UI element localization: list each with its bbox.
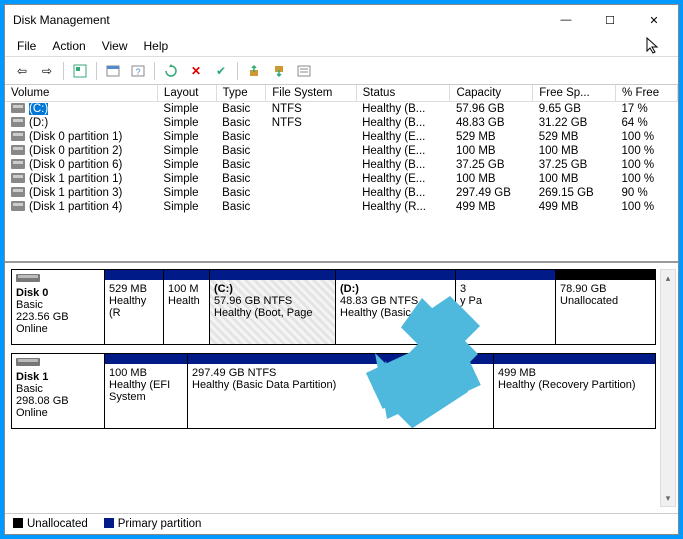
column-header[interactable]: % Free [616, 85, 678, 102]
column-header[interactable]: Type [216, 85, 266, 102]
window-title: Disk Management [13, 13, 544, 27]
drive-icon [11, 173, 25, 183]
legend-unallocated: Unallocated [13, 518, 88, 530]
drive-icon [11, 103, 25, 113]
maximize-button[interactable]: ☐ [588, 6, 632, 34]
column-header[interactable]: Status [356, 85, 450, 102]
menu-view[interactable]: View [94, 37, 136, 55]
forward-icon[interactable]: ⇨ [36, 60, 58, 82]
help-icon[interactable]: ? [127, 60, 149, 82]
column-header[interactable]: Volume [5, 85, 157, 102]
check-icon[interactable]: ✔ [210, 60, 232, 82]
drive-icon [11, 131, 25, 141]
delete-icon[interactable]: ✕ [185, 60, 207, 82]
attach-icon[interactable] [243, 60, 265, 82]
partition[interactable]: 78.90 GBUnallocated [555, 270, 655, 344]
partition[interactable]: (C:)57.96 GB NTFSHealthy (Boot, Page [209, 270, 335, 344]
disk-icon [16, 358, 40, 366]
show-hide-icon[interactable] [69, 60, 91, 82]
drive-icon [11, 187, 25, 197]
scroll-down-icon[interactable]: ▾ [661, 490, 675, 506]
partition[interactable]: 100 MBHealthy (EFI System [105, 354, 187, 428]
legend-primary: Primary partition [104, 518, 202, 530]
table-row[interactable]: (Disk 1 partition 3)SimpleBasicHealthy (… [5, 186, 678, 200]
separator [96, 62, 97, 80]
disk-label[interactable]: Disk 0Basic223.56 GBOnline [12, 270, 105, 344]
menu-help[interactable]: Help [136, 37, 177, 55]
partition[interactable]: 297.49 GB NTFSHealthy (Basic Data Partit… [187, 354, 493, 428]
refresh-icon[interactable] [160, 60, 182, 82]
table-row[interactable]: (Disk 0 partition 2)SimpleBasicHealthy (… [5, 144, 678, 158]
scroll-up-icon[interactable]: ▴ [661, 270, 675, 286]
legend: Unallocated Primary partition [5, 513, 678, 534]
drive-icon [11, 145, 25, 155]
toolbar: ⇦ ⇨ ? ✕ ✔ [5, 57, 678, 85]
disk-row: Disk 1Basic298.08 GBOnline100 MBHealthy … [11, 353, 656, 429]
disk-label[interactable]: Disk 1Basic298.08 GBOnline [12, 354, 105, 428]
partition[interactable]: (D:)48.83 GB NTFSHealthy (Basic Data [335, 270, 455, 344]
separator [63, 62, 64, 80]
properties-icon[interactable] [102, 60, 124, 82]
table-row[interactable]: (D:)SimpleBasicNTFSHealthy (B...48.83 GB… [5, 116, 678, 130]
disk-icon [16, 274, 40, 282]
close-button[interactable]: ✕ [632, 6, 676, 34]
partition[interactable]: 529 MBHealthy (R [105, 270, 163, 344]
detach-icon[interactable] [268, 60, 290, 82]
table-row[interactable]: (Disk 1 partition 4)SimpleBasicHealthy (… [5, 200, 678, 214]
column-header[interactable]: Capacity [450, 85, 533, 102]
table-row[interactable]: (Disk 1 partition 1)SimpleBasicHealthy (… [5, 172, 678, 186]
back-icon[interactable]: ⇦ [11, 60, 33, 82]
drive-icon [11, 159, 25, 169]
scrollbar[interactable]: ▴ ▾ [660, 269, 676, 507]
disk-row: Disk 0Basic223.56 GBOnline529 MBHealthy … [11, 269, 656, 345]
minimize-button[interactable]: — [544, 6, 588, 34]
column-header[interactable]: File System [266, 85, 356, 102]
volume-list[interactable]: VolumeLayoutTypeFile SystemStatusCapacit… [5, 85, 678, 263]
menu-file[interactable]: File [9, 37, 44, 55]
column-header[interactable]: Layout [157, 85, 216, 102]
menubar: File Action View Help [5, 35, 678, 57]
partition[interactable]: 499 MBHealthy (Recovery Partition) [493, 354, 655, 428]
drive-icon [11, 201, 25, 211]
partition[interactable]: 100 MHealth [163, 270, 209, 344]
separator [237, 62, 238, 80]
titlebar: Disk Management — ☐ ✕ [5, 5, 678, 35]
svg-text:?: ? [135, 67, 140, 77]
disk-graph-area: Disk 0Basic223.56 GBOnline529 MBHealthy … [5, 263, 678, 513]
list-icon[interactable] [293, 60, 315, 82]
drive-icon [11, 117, 25, 127]
table-row[interactable]: (Disk 0 partition 6)SimpleBasicHealthy (… [5, 158, 678, 172]
partition[interactable]: 3y Pa [455, 270, 555, 344]
separator [154, 62, 155, 80]
table-row[interactable]: (Disk 0 partition 1)SimpleBasicHealthy (… [5, 130, 678, 144]
table-row[interactable]: (C:)SimpleBasicNTFSHealthy (B...57.96 GB… [5, 102, 678, 117]
menu-action[interactable]: Action [44, 37, 93, 55]
column-header[interactable]: Free Sp... [533, 85, 616, 102]
